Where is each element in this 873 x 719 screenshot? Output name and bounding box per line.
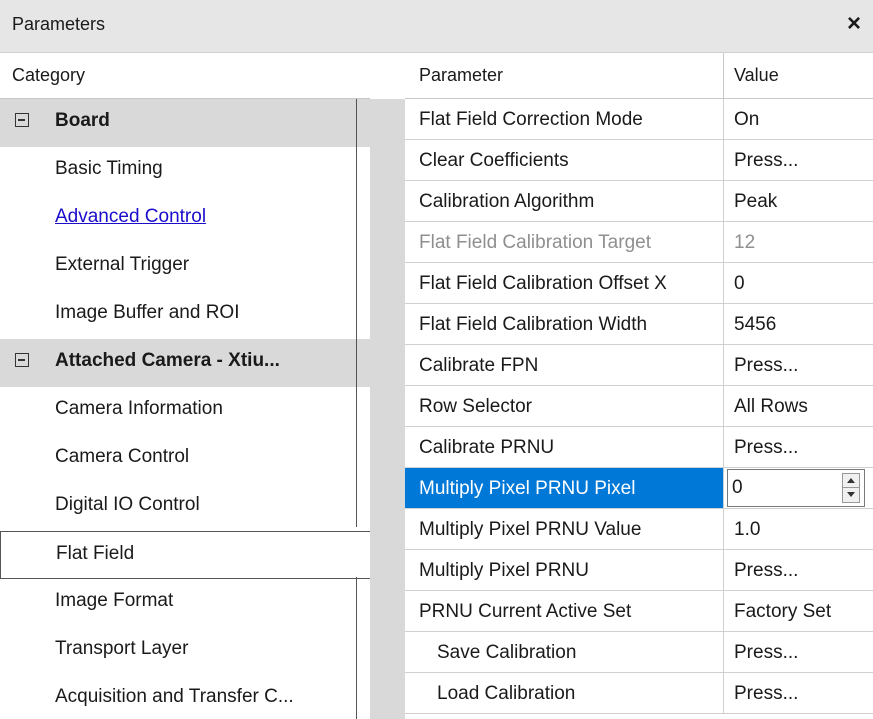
category-item-label: Transport Layer xyxy=(55,638,189,659)
category-list-border xyxy=(356,99,357,527)
parameter-name: Save Calibration xyxy=(405,632,724,672)
parameter-row[interactable]: Calibrate PRNU Press... xyxy=(405,427,873,468)
parameter-name: Flat Field Calibration Width xyxy=(405,304,724,344)
category-group-label: Attached Camera - Xtiu... xyxy=(55,350,280,371)
parameter-row[interactable]: Load Calibration Press... xyxy=(405,673,873,714)
category-item[interactable]: Image Format xyxy=(0,579,370,627)
parameter-row[interactable]: Flat Field Correction Mode On xyxy=(405,99,873,140)
parameter-row[interactable]: Multiply Pixel PRNU Pixel xyxy=(405,468,873,509)
category-item-label: Camera Control xyxy=(55,446,190,467)
parameter-row[interactable]: Flat Field Calibration Width 5456 xyxy=(405,304,873,345)
category-item-label: Image Format xyxy=(55,590,174,611)
parameter-row[interactable]: Flat Field Calibration Target 12 xyxy=(405,222,873,263)
category-item[interactable]: Basic Timing xyxy=(0,147,370,195)
category-item-label: Image Buffer and ROI xyxy=(55,302,240,323)
spin-buttons xyxy=(842,473,860,503)
collapse-toggle-icon[interactable] xyxy=(15,113,29,127)
parameter-name: Load Calibration xyxy=(405,673,724,713)
parameter-value[interactable]: 1.0 xyxy=(724,509,873,549)
parameter-row[interactable]: Save Calibration Press... xyxy=(405,632,873,673)
category-item[interactable]: Digital IO Control xyxy=(0,483,370,531)
parameter-name: Multiply Pixel PRNU xyxy=(405,550,724,590)
value-spin-editor[interactable] xyxy=(727,469,865,507)
parameter-value[interactable]: Press... xyxy=(724,345,873,385)
parameter-value[interactable]: Press... xyxy=(724,140,873,180)
parameter-value[interactable]: 0 xyxy=(724,263,873,303)
category-column-header[interactable]: Category xyxy=(0,53,370,99)
category-item-selected[interactable]: Flat Field xyxy=(0,531,370,579)
parameter-value[interactable]: Press... xyxy=(724,673,873,713)
parameter-row[interactable]: Row Selector All Rows xyxy=(405,386,873,427)
spin-down-icon[interactable] xyxy=(843,488,859,502)
parameter-row[interactable]: Clear Coefficients Press... xyxy=(405,140,873,181)
parameter-value[interactable]: All Rows xyxy=(724,386,873,426)
parameter-name: PRNU Current Active Set xyxy=(405,591,724,631)
parameter-value[interactable]: Factory Set xyxy=(724,591,873,631)
parameter-name: Flat Field Calibration Offset X xyxy=(405,263,724,303)
category-item-label: Advanced Control xyxy=(55,206,207,227)
parameter-column-header[interactable]: Parameter xyxy=(405,53,724,99)
parameter-name: Row Selector xyxy=(405,386,724,426)
parameter-name: Calibrate FPN xyxy=(405,345,724,385)
parameter-name: Multiply Pixel PRNU Pixel xyxy=(405,468,724,508)
parameter-value[interactable]: 12 xyxy=(724,222,873,262)
collapse-toggle-icon[interactable] xyxy=(15,353,29,367)
category-item[interactable]: External Trigger xyxy=(0,243,370,291)
category-item[interactable]: Transport Layer xyxy=(0,627,370,675)
category-item[interactable]: Advanced Control xyxy=(0,195,370,243)
parameter-row[interactable]: Flat Field Calibration Offset X0 xyxy=(405,263,873,304)
parameter-name: Flat Field Correction Mode xyxy=(405,99,724,139)
title-bar: Parameters × xyxy=(0,0,873,53)
parameter-value[interactable]: On xyxy=(724,99,873,139)
category-item-label: Basic Timing xyxy=(55,158,163,179)
parameter-value[interactable]: Press... xyxy=(724,427,873,467)
parameter-value[interactable]: Press... xyxy=(724,632,873,672)
parameter-row[interactable]: Calibration Algorithm Peak xyxy=(405,181,873,222)
parameter-name: Clear Coefficients xyxy=(405,140,724,180)
category-item-label: Acquisition and Transfer C... xyxy=(55,686,294,707)
parameter-row[interactable]: Multiply Pixel PRNU Press... xyxy=(405,550,873,591)
close-icon[interactable]: × xyxy=(847,10,861,38)
category-item-label: External Trigger xyxy=(55,254,190,275)
category-list: Board Basic Timing Advanced Control Externa… xyxy=(0,99,370,719)
parameter-name: Calibration Algorithm xyxy=(405,181,724,221)
value-input[interactable] xyxy=(732,473,827,503)
category-item[interactable]: Image Buffer and ROI xyxy=(0,291,370,339)
window-title: Parameters xyxy=(12,14,106,34)
spin-up-icon[interactable] xyxy=(843,474,859,488)
category-item-label: Camera Information xyxy=(55,398,223,419)
category-item[interactable]: Acquisition and Transfer C... xyxy=(0,675,370,719)
parameter-row[interactable]: Multiply Pixel PRNU Value 1.0 xyxy=(405,509,873,550)
parameter-value[interactable]: Peak xyxy=(724,181,873,221)
category-item-label: Flat Field xyxy=(56,543,135,564)
category-group-label: Board xyxy=(55,110,110,131)
parameter-value[interactable]: Press... xyxy=(724,550,873,590)
category-group[interactable]: Board xyxy=(0,99,370,147)
parameter-row[interactable]: PRNU Current Active Set Factory Set xyxy=(405,591,873,632)
parameter-row[interactable]: Calibrate FPN Press... xyxy=(405,345,873,386)
value-column-header[interactable]: Value xyxy=(724,53,873,99)
parameter-name: Calibrate PRNU xyxy=(405,427,724,467)
category-item-label: Digital IO Control xyxy=(55,494,200,515)
category-item[interactable]: Camera Information xyxy=(0,387,370,435)
category-item[interactable]: Camera Control xyxy=(0,435,370,483)
parameter-name: Multiply Pixel PRNU Value xyxy=(405,509,724,549)
category-list-border xyxy=(356,577,357,719)
parameter-value[interactable]: 5456 xyxy=(724,304,873,344)
parameter-grid: Flat Field Correction Mode On Clear Coeffi… xyxy=(405,99,873,714)
parameter-grid-gutter xyxy=(370,99,405,719)
parameter-name: Flat Field Calibration Target xyxy=(405,222,724,262)
category-group[interactable]: Attached Camera - Xtiu... xyxy=(0,339,370,387)
